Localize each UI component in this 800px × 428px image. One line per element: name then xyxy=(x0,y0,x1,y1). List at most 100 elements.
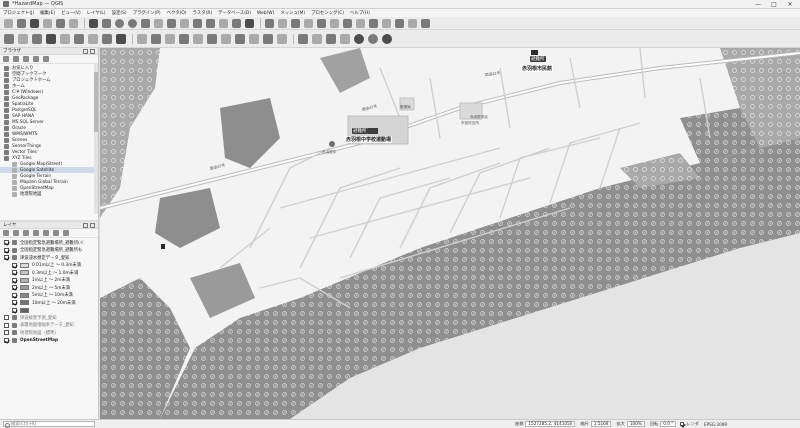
layer-item[interactable]: 0.01m以上 ～ 0.3m未満 xyxy=(0,262,98,270)
python-console-icon[interactable] xyxy=(421,18,430,28)
data-source-manager-icon[interactable] xyxy=(4,33,14,44)
close-panel-icon[interactable] xyxy=(90,223,95,228)
layer-visibility-checkbox[interactable] xyxy=(12,292,17,298)
zoom-out-icon[interactable] xyxy=(128,18,137,28)
close-panel-icon[interactable] xyxy=(90,49,95,54)
layer-visibility-checkbox[interactable] xyxy=(4,315,9,321)
text-annotation-icon[interactable] xyxy=(382,18,391,28)
layer-styling-icon[interactable] xyxy=(3,230,9,236)
properties-icon[interactable] xyxy=(43,56,49,62)
plugin-icon[interactable] xyxy=(382,33,392,44)
add-postgis-icon[interactable] xyxy=(74,33,84,44)
new-map-view-icon[interactable] xyxy=(219,18,228,28)
layer-visibility-checkbox[interactable] xyxy=(4,330,9,336)
map-rendering[interactable] xyxy=(100,48,800,419)
add-geopackage-icon[interactable] xyxy=(46,33,56,44)
render-checkbox[interactable] xyxy=(680,422,685,426)
menu-vector[interactable]: ベクタ(O) xyxy=(167,10,187,16)
menu-database[interactable]: データベース(D) xyxy=(218,10,251,16)
save-edits-icon[interactable] xyxy=(165,33,175,44)
rotate-label-icon[interactable] xyxy=(312,33,322,44)
layer-visibility-checkbox[interactable] xyxy=(12,277,17,283)
zoom-native-icon[interactable] xyxy=(180,18,189,28)
menu-edit[interactable]: 編集(E) xyxy=(40,10,55,16)
map-tips-icon[interactable] xyxy=(395,18,404,28)
menu-web[interactable]: Web(W) xyxy=(257,11,274,16)
current-edits-icon[interactable] xyxy=(137,33,147,44)
menu-project[interactable]: プロジェクト(J) xyxy=(3,10,34,16)
add-layer-icon[interactable] xyxy=(3,56,9,62)
float-panel-icon[interactable] xyxy=(83,223,88,228)
manage-themes-icon[interactable] xyxy=(23,230,29,236)
annotation-icon[interactable] xyxy=(369,18,378,28)
magnifier-field[interactable]: 100% xyxy=(626,421,645,427)
change-label-icon[interactable] xyxy=(326,33,336,44)
zoom-selection-icon[interactable] xyxy=(154,18,163,28)
scrollbar-thumb[interactable] xyxy=(94,72,98,132)
measure-line-icon[interactable] xyxy=(356,18,365,28)
move-label-icon[interactable] xyxy=(298,33,308,44)
globe-icon[interactable] xyxy=(368,33,378,44)
save-project-icon[interactable] xyxy=(30,18,39,28)
menu-help[interactable]: ヘルプ(H) xyxy=(350,10,370,16)
layer-item[interactable]: 0.3m以上 ～ 1.0m未満 xyxy=(0,269,98,277)
refresh-icon[interactable] xyxy=(245,18,254,28)
vertex-tool-icon[interactable] xyxy=(193,33,203,44)
layer-visibility-checkbox[interactable] xyxy=(12,307,17,313)
layer-item[interactable]: 表層地盤増幅率データ_愛知 xyxy=(0,322,98,330)
statistics-icon[interactable] xyxy=(330,18,339,28)
undo-icon[interactable] xyxy=(263,33,273,44)
temporal-controller-icon[interactable] xyxy=(232,18,241,28)
filter-legend-icon[interactable] xyxy=(33,230,39,236)
layer-visibility-checkbox[interactable] xyxy=(4,337,9,343)
coordinate-field[interactable]: 1527285.2, 4141050 xyxy=(525,421,576,427)
crs-button[interactable]: EPSG:3099 xyxy=(704,422,727,427)
layer-item[interactable]: 地理院地図（標準） xyxy=(0,329,98,337)
browser-item[interactable]: 地理院地図 xyxy=(0,191,98,197)
save-as-icon[interactable] xyxy=(43,18,52,28)
menu-settings[interactable]: 設定(S) xyxy=(112,10,127,16)
school-label[interactable]: 赤羽根中学校運動場 xyxy=(345,136,393,143)
scale-field[interactable]: 1:5168 xyxy=(590,421,612,427)
menu-view[interactable]: ビュー(V) xyxy=(61,10,81,16)
layer-item[interactable]: 津波被害予測_愛知 xyxy=(0,314,98,322)
filter-icon[interactable] xyxy=(23,56,29,62)
collapse-all-icon[interactable] xyxy=(53,230,59,236)
zoom-last-icon[interactable] xyxy=(193,18,202,28)
identify-features-icon[interactable] xyxy=(265,18,274,28)
deselect-icon[interactable] xyxy=(304,18,313,28)
print-layout-icon[interactable] xyxy=(56,18,65,28)
civic-hall-label[interactable]: 赤羽根市民館 xyxy=(521,65,554,72)
toolbox-icon[interactable] xyxy=(343,18,352,28)
layer-visibility-checkbox[interactable] xyxy=(4,322,9,328)
layer-visibility-checkbox[interactable] xyxy=(12,300,17,306)
layer-item[interactable]: 全国指定緊急避難場所_避難所も xyxy=(0,247,98,255)
add-xyz-icon[interactable] xyxy=(102,33,112,44)
refresh-icon[interactable] xyxy=(13,56,19,62)
add-wms-icon[interactable] xyxy=(88,33,98,44)
rotation-field[interactable]: 0.0 ° xyxy=(660,421,677,427)
layer-visibility-checkbox[interactable] xyxy=(4,247,9,253)
zoom-full-icon[interactable] xyxy=(141,18,150,28)
layer-item[interactable] xyxy=(0,307,98,315)
redo-icon[interactable] xyxy=(277,33,287,44)
layer-visibility-checkbox[interactable] xyxy=(4,240,9,246)
layer-item[interactable]: 5m以上 ～ 10m未満 xyxy=(0,292,98,300)
pan-hand-icon[interactable] xyxy=(89,18,98,28)
expand-all-icon[interactable] xyxy=(43,230,49,236)
layer-item[interactable]: 1m以上 ～ 2m未満 xyxy=(0,277,98,285)
menu-raster[interactable]: ラスタ(R) xyxy=(193,10,213,16)
toggle-editing-icon[interactable] xyxy=(151,33,161,44)
layer-visibility-checkbox[interactable] xyxy=(12,285,17,291)
select-features-icon[interactable] xyxy=(291,18,300,28)
maximize-button[interactable]: □ xyxy=(766,0,782,9)
zoom-in-icon[interactable] xyxy=(115,18,124,28)
new-project-icon[interactable] xyxy=(4,18,13,28)
pin-label-icon[interactable] xyxy=(340,33,350,44)
menu-plugins[interactable]: プラグイン(P) xyxy=(133,10,161,16)
zoom-layer-icon[interactable] xyxy=(167,18,176,28)
layer-item[interactable]: OpenStreetMap xyxy=(0,337,98,345)
map-canvas[interactable]: 避難所 赤羽根中学校運動場 避難所 赤羽根市民館 国道42号 国道42号 国道4… xyxy=(100,48,800,419)
locator-search-input[interactable]: 検索(Ctrl+K) xyxy=(3,421,95,428)
float-panel-icon[interactable] xyxy=(83,49,88,54)
